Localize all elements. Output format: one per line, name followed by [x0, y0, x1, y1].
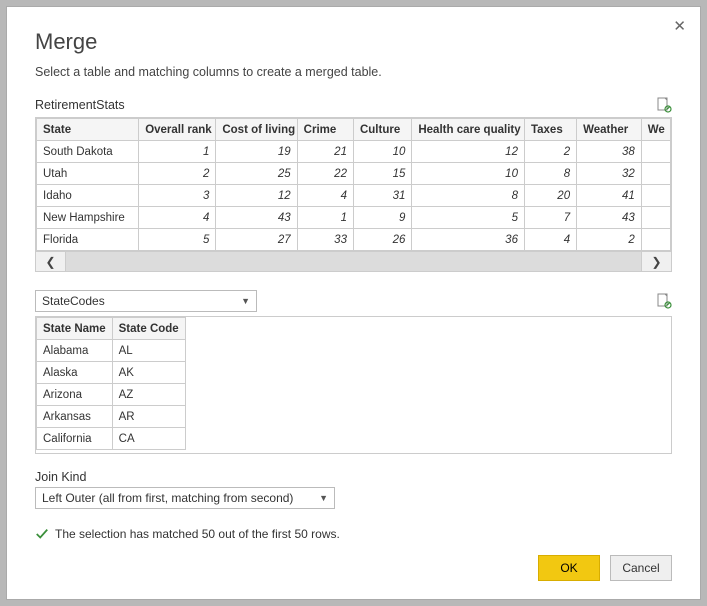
match-status-text: The selection has matched 50 out of the … — [55, 527, 340, 541]
table-row[interactable]: Idaho31243182041 — [37, 185, 671, 207]
table2-grid[interactable]: State Name State Code AlabamaAL AlaskaAK… — [35, 316, 672, 454]
close-icon[interactable]: ✕ — [673, 17, 686, 35]
table-row[interactable]: Utah225221510832 — [37, 163, 671, 185]
join-kind-selector[interactable]: Left Outer (all from first, matching fro… — [35, 487, 335, 509]
col-costliving[interactable]: Cost of living — [216, 119, 297, 141]
scroll-left-icon[interactable]: ❮ — [36, 252, 66, 271]
col-culture[interactable]: Culture — [353, 119, 411, 141]
dialog-title: Merge — [35, 29, 672, 55]
col-overflow[interactable]: We — [641, 119, 670, 141]
table-row[interactable]: ArkansasAR — [37, 406, 186, 428]
col-taxes[interactable]: Taxes — [524, 119, 576, 141]
join-kind-selected: Left Outer (all from first, matching fro… — [42, 491, 293, 505]
table-row[interactable]: AlaskaAK — [37, 362, 186, 384]
col-crime[interactable]: Crime — [297, 119, 353, 141]
cancel-button[interactable]: Cancel — [610, 555, 672, 581]
col-rank[interactable]: Overall rank — [139, 119, 216, 141]
table1-grid[interactable]: State Overall rank Cost of living Crime … — [35, 117, 672, 272]
col-statename[interactable]: State Name — [37, 318, 113, 340]
table2-header-row[interactable]: State Name State Code — [37, 318, 186, 340]
table1-header-row[interactable]: State Overall rank Cost of living Crime … — [37, 119, 671, 141]
table-row[interactable]: CaliforniaCA — [37, 428, 186, 450]
table-row[interactable]: New Hampshire443195743 — [37, 207, 671, 229]
join-kind-label: Join Kind — [35, 470, 672, 484]
chevron-down-icon: ▼ — [241, 296, 250, 306]
table-row[interactable]: South Dakota119211012238 — [37, 141, 671, 163]
table2-selector[interactable]: StateCodes ▼ — [35, 290, 257, 312]
chevron-down-icon: ▼ — [319, 493, 328, 503]
scroll-track[interactable] — [66, 252, 641, 271]
scroll-right-icon[interactable]: ❯ — [641, 252, 671, 271]
expand-table1-icon[interactable] — [656, 97, 672, 113]
table-row[interactable]: Florida52733263642 — [37, 229, 671, 251]
col-state[interactable]: State — [37, 119, 139, 141]
merge-dialog: ✕ Merge Select a table and matching colu… — [6, 6, 701, 600]
ok-button[interactable]: OK — [538, 555, 600, 581]
table1-name: RetirementStats — [35, 98, 125, 112]
dialog-subtitle: Select a table and matching columns to c… — [35, 65, 672, 79]
table2-selected: StateCodes — [42, 294, 105, 308]
table1-hscrollbar[interactable]: ❮ ❯ — [36, 251, 671, 271]
col-weather[interactable]: Weather — [577, 119, 642, 141]
col-hcq[interactable]: Health care quality — [412, 119, 525, 141]
table-row[interactable]: AlabamaAL — [37, 340, 186, 362]
checkmark-icon — [35, 527, 49, 541]
table-row[interactable]: ArizonaAZ — [37, 384, 186, 406]
expand-table2-icon[interactable] — [656, 293, 672, 309]
col-statecode[interactable]: State Code — [112, 318, 185, 340]
